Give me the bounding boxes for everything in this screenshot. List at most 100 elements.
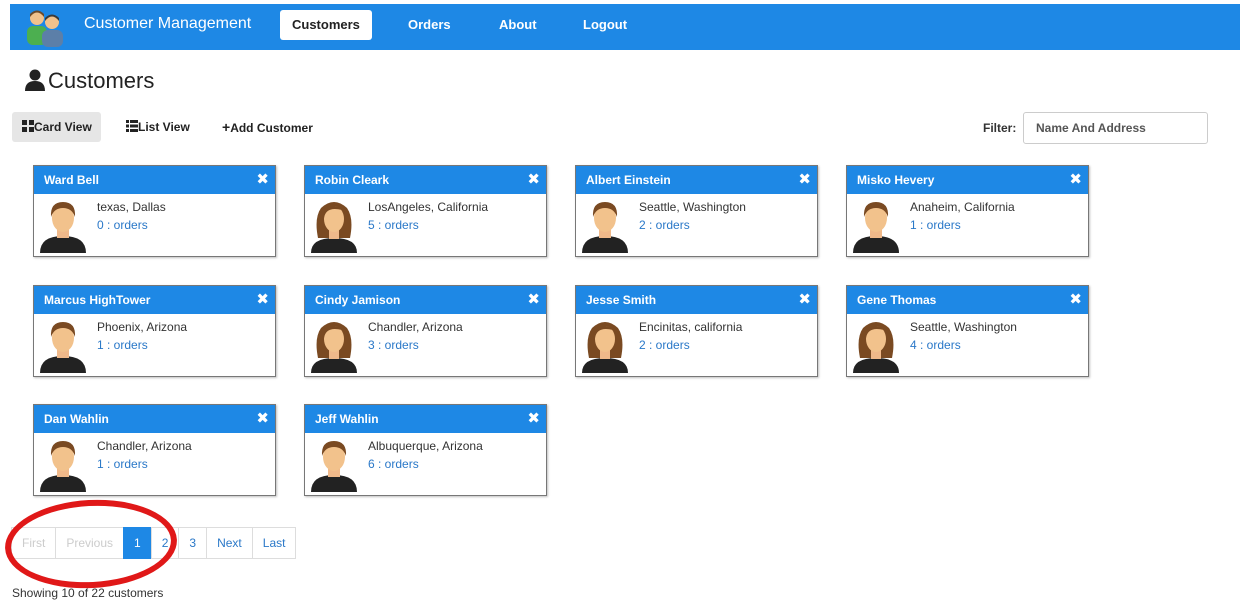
customer-orders-link[interactable]: 1 : orders	[97, 338, 148, 352]
page-last[interactable]: Last	[251, 527, 297, 559]
customer-name-text: Robin Cleark	[315, 173, 390, 187]
customer-card: Gene Thomas ✖ Seattle, Washington 4 : order…	[846, 285, 1089, 377]
close-icon[interactable]: ✖	[527, 405, 540, 433]
page-3[interactable]: 3	[178, 527, 208, 559]
customer-orders-link[interactable]: 6 : orders	[368, 457, 419, 471]
customer-name-text: Jeff Wahlin	[315, 412, 379, 426]
list-icon	[126, 120, 138, 132]
customer-location: Phoenix, Arizona	[97, 320, 188, 334]
close-icon[interactable]: ✖	[1069, 286, 1082, 314]
female-avatar-icon	[582, 322, 628, 373]
close-icon[interactable]: ✖	[798, 286, 811, 314]
customer-location: Encinitas, california	[639, 320, 743, 334]
plus-icon: +	[222, 119, 231, 135]
close-icon[interactable]: ✖	[798, 166, 811, 194]
customer-orders-link[interactable]: 0 : orders	[97, 218, 148, 232]
page-2[interactable]: 2	[150, 527, 180, 559]
user-icon	[25, 69, 45, 91]
add-customer-label: Add Customer	[230, 121, 313, 135]
customer-card: Misko Hevery ✖ Anaheim, California 1 : orde…	[846, 165, 1089, 257]
male-avatar-icon	[582, 202, 628, 253]
female-avatar-icon	[311, 202, 357, 253]
customer-card: Marcus HighTower ✖ Phoenix, Arizona 1 : ord…	[33, 285, 276, 377]
customer-name-text: Ward Bell	[44, 173, 99, 187]
customer-orders-link[interactable]: 1 : orders	[97, 457, 148, 471]
nav-orders[interactable]: Orders	[396, 10, 463, 40]
customer-orders-link[interactable]: 3 : orders	[368, 338, 419, 352]
filter-input[interactable]	[1023, 112, 1208, 144]
page-1[interactable]: 1	[123, 527, 152, 559]
filter-label: Filter:	[983, 121, 1017, 135]
customer-orders-link[interactable]: 5 : orders	[368, 218, 419, 232]
close-icon[interactable]: ✖	[256, 286, 269, 314]
card-view-label: Card View	[34, 120, 92, 134]
customer-location: LosAngeles, California	[368, 200, 489, 214]
male-avatar-icon	[40, 202, 86, 253]
customer-name[interactable]: Jesse Smith ✖	[576, 286, 817, 314]
customer-location: Seattle, Washington	[910, 320, 1017, 334]
customer-name-text: Misko Hevery	[857, 173, 935, 187]
customer-orders-link[interactable]: 2 : orders	[639, 338, 690, 352]
add-customer-button[interactable]: +Add Customer	[212, 112, 322, 142]
customer-name[interactable]: Albert Einstein ✖	[576, 166, 817, 194]
customer-name[interactable]: Marcus HighTower ✖	[34, 286, 275, 314]
customer-location: Seattle, Washington	[639, 200, 746, 214]
customer-name-text: Dan Wahlin	[44, 412, 109, 426]
nav-about[interactable]: About	[487, 10, 549, 40]
customer-card: Robin Cleark ✖ LosAngeles, California 5 : o…	[304, 165, 547, 257]
customer-name-text: Gene Thomas	[857, 293, 937, 307]
female-avatar-icon	[311, 322, 357, 373]
customer-card: Cindy Jamison ✖ Chandler, Arizona 3 : order…	[304, 285, 547, 377]
customer-orders-link[interactable]: 1 : orders	[910, 218, 961, 232]
male-avatar-icon	[311, 441, 357, 492]
page-title-text: Customers	[48, 68, 155, 93]
close-icon[interactable]: ✖	[1069, 166, 1082, 194]
customer-name[interactable]: Robin Cleark ✖	[305, 166, 546, 194]
customer-orders-link[interactable]: 2 : orders	[639, 218, 690, 232]
card-view-button[interactable]: Card View	[12, 112, 101, 142]
pagination: First Previous 1 2 3 Next Last	[11, 527, 297, 559]
customer-card: Albert Einstein ✖ Seattle, Washington 2 : o…	[575, 165, 818, 257]
customer-name-text: Jesse Smith	[586, 293, 657, 307]
close-icon[interactable]: ✖	[527, 166, 540, 194]
grid-icon	[22, 120, 34, 132]
showing-count: Showing 10 of 22 customers	[12, 586, 164, 600]
customer-location: Albuquerque, Arizona	[368, 439, 483, 453]
navbar: Customer Management Customers Orders Abo…	[10, 4, 1240, 50]
close-icon[interactable]: ✖	[527, 286, 540, 314]
page-title: Customers	[24, 68, 154, 94]
list-view-label: List View	[138, 120, 190, 134]
customer-name[interactable]: Jeff Wahlin ✖	[305, 405, 546, 433]
customer-name[interactable]: Gene Thomas ✖	[847, 286, 1088, 314]
customer-card: Jesse Smith ✖ Encinitas, california 2 : ord…	[575, 285, 818, 377]
customer-orders-link[interactable]: 4 : orders	[910, 338, 961, 352]
customer-location: Anaheim, California	[910, 200, 1015, 214]
customer-name[interactable]: Ward Bell ✖	[34, 166, 275, 194]
customer-name[interactable]: Misko Hevery ✖	[847, 166, 1088, 194]
list-view-button[interactable]: List View	[116, 112, 199, 142]
nav-customers[interactable]: Customers	[280, 10, 372, 40]
customer-name[interactable]: Cindy Jamison ✖	[305, 286, 546, 314]
customer-name-text: Marcus HighTower	[44, 293, 151, 307]
page-first[interactable]: First	[11, 527, 57, 559]
customer-name-text: Albert Einstein	[586, 173, 671, 187]
male-avatar-icon	[40, 441, 86, 492]
brand-title[interactable]: Customer Management	[84, 15, 251, 33]
page-previous[interactable]: Previous	[55, 527, 125, 559]
female-avatar-icon	[853, 322, 899, 373]
customer-location: texas, Dallas	[97, 200, 166, 214]
male-avatar-icon	[40, 322, 86, 373]
close-icon[interactable]: ✖	[256, 405, 269, 433]
customer-card: Ward Bell ✖ texas, Dallas 0 : orders	[33, 165, 276, 257]
customer-location: Chandler, Arizona	[368, 320, 463, 334]
customer-name[interactable]: Dan Wahlin ✖	[34, 405, 275, 433]
page-next[interactable]: Next	[206, 527, 253, 559]
customer-name-text: Cindy Jamison	[315, 293, 401, 307]
customer-card: Dan Wahlin ✖ Chandler, Arizona 1 : orders	[33, 404, 276, 496]
users-logo-icon	[27, 10, 63, 47]
male-avatar-icon	[853, 202, 899, 253]
customer-location: Chandler, Arizona	[97, 439, 192, 453]
nav-logout[interactable]: Logout	[571, 10, 639, 40]
customer-card: Jeff Wahlin ✖ Albuquerque, Arizona 6 : orde…	[304, 404, 547, 496]
close-icon[interactable]: ✖	[256, 166, 269, 194]
